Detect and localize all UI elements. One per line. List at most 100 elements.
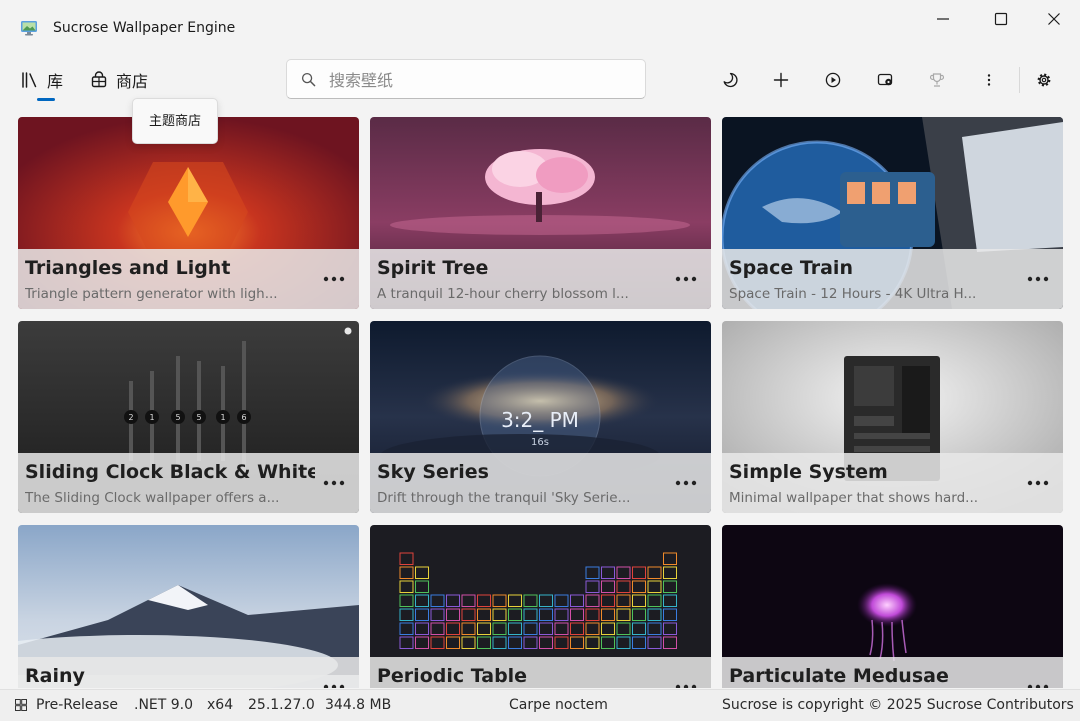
nav-library-label: 库 <box>47 72 64 91</box>
store-icon <box>91 71 107 88</box>
card-title: Simple System <box>729 461 888 483</box>
clock-digit: 2 <box>128 413 133 422</box>
maximize-button[interactable] <box>978 6 1024 32</box>
status-bar: Pre-Release .NET 9.0 x64 25.1.27.0 344.8… <box>0 689 1080 721</box>
card-title: Sky Series <box>377 461 489 483</box>
add-wallpaper-button[interactable] <box>765 64 797 96</box>
card-description: Space Train - 12 Hours - 4K Ultra H... <box>729 286 977 302</box>
card-info: Rainy <box>18 657 359 688</box>
card-title: Periodic Table <box>377 665 528 687</box>
wallpaper-card[interactable]: 2 1 5 5 1 6 Sliding Clock Black & White … <box>18 321 359 513</box>
settings-button[interactable] <box>1028 64 1060 96</box>
clock-digit: 5 <box>196 413 201 422</box>
card-menu-button[interactable] <box>318 469 350 497</box>
wallpaper-card[interactable]: Triangles and Light Triangle pattern gen… <box>18 117 359 309</box>
toolbar-divider <box>1019 67 1020 93</box>
trophy-button[interactable] <box>921 64 953 96</box>
more-vertical-icon <box>987 74 991 86</box>
card-menu-button[interactable] <box>318 673 350 688</box>
card-title: Spirit Tree <box>377 257 489 279</box>
maximize-icon <box>994 12 1008 26</box>
card-menu-button[interactable] <box>1022 673 1054 688</box>
status-copyright: Sucrose is copyright © 2025 Sucrose Cont… <box>722 697 1074 713</box>
card-menu-button[interactable] <box>318 265 350 293</box>
card-title: Sliding Clock Black & White <box>25 461 315 483</box>
card-title: Particulate Medusae <box>729 665 949 687</box>
status-motto: Carpe noctem <box>509 697 608 713</box>
card-info: Simple System Minimal wallpaper that sho… <box>722 453 1063 513</box>
more-horizontal-icon <box>1027 276 1049 282</box>
search-box[interactable] <box>286 59 646 99</box>
card-menu-button[interactable] <box>1022 469 1054 497</box>
status-arch: x64 <box>207 697 234 713</box>
more-options-button[interactable] <box>973 64 1005 96</box>
play-icon <box>825 72 841 88</box>
monitor-icon <box>21 21 37 36</box>
card-title: Triangles and Light <box>25 257 231 279</box>
close-icon <box>1048 13 1060 25</box>
card-info: Sliding Clock Black & White The Sliding … <box>18 453 359 513</box>
wallpaper-card[interactable]: 3:2_ PM 16s Sky Series Drift through the… <box>370 321 711 513</box>
library-icon <box>22 72 37 88</box>
windows-icon <box>15 699 27 711</box>
card-menu-button[interactable] <box>670 265 702 293</box>
play-button[interactable] <box>817 64 849 96</box>
card-title: Rainy <box>25 665 85 687</box>
card-menu-button[interactable] <box>670 673 702 688</box>
app-title: Sucrose Wallpaper Engine <box>53 20 236 36</box>
card-menu-button[interactable] <box>1022 265 1054 293</box>
more-horizontal-icon <box>1027 684 1049 688</box>
card-description: Triangle pattern generator with ligh... <box>25 286 278 302</box>
clock-seconds: 16s <box>531 437 549 448</box>
nav-library[interactable]: 库 <box>21 68 63 92</box>
card-info: Space Train Space Train - 12 Hours - 4K … <box>722 249 1063 309</box>
title-bar: Sucrose Wallpaper Engine <box>0 0 1080 56</box>
nav-store-label: 商店 <box>116 72 149 91</box>
wallpaper-card[interactable]: Simple System Minimal wallpaper that sho… <box>722 321 1063 513</box>
store-tooltip: 主题商店 <box>132 98 218 144</box>
theme-toggle-button[interactable] <box>714 64 746 96</box>
nav-active-indicator <box>37 98 55 101</box>
more-horizontal-icon <box>323 276 345 282</box>
card-description: A tranquil 12-hour cherry blossom l... <box>377 286 629 302</box>
display-settings-icon <box>877 73 893 86</box>
card-description: Minimal wallpaper that shows hard... <box>729 490 979 506</box>
wallpaper-card[interactable]: Particulate Medusae <box>722 525 1063 688</box>
card-info: Sky Series Drift through the tranquil 'S… <box>370 453 711 513</box>
moon-icon <box>723 72 738 88</box>
display-settings-button[interactable] <box>869 64 901 96</box>
card-description: Drift through the tranquil 'Sky Serie... <box>377 490 631 506</box>
clock-digit: 1 <box>149 413 154 422</box>
trophy-icon <box>929 73 945 87</box>
card-info: Spirit Tree A tranquil 12-hour cherry bl… <box>370 249 711 309</box>
nav-store[interactable]: 商店 <box>90 68 148 92</box>
search-icon <box>301 72 316 87</box>
plus-icon <box>773 72 789 88</box>
minimize-icon <box>937 18 949 20</box>
more-horizontal-icon <box>675 276 697 282</box>
more-horizontal-icon <box>675 684 697 688</box>
card-info: Particulate Medusae <box>722 657 1063 688</box>
clock-digit: 6 <box>241 413 246 422</box>
minimize-button[interactable] <box>920 6 966 32</box>
card-menu-button[interactable] <box>670 469 702 497</box>
wallpaper-card[interactable]: Spirit Tree A tranquil 12-hour cherry bl… <box>370 117 711 309</box>
wallpaper-card[interactable]: Periodic Table <box>370 525 711 688</box>
more-horizontal-icon <box>1027 480 1049 486</box>
card-description: The Sliding Clock wallpaper offers a... <box>25 490 280 506</box>
wallpaper-card[interactable]: Space Train Space Train - 12 Hours - 4K … <box>722 117 1063 309</box>
card-title: Space Train <box>729 257 853 279</box>
wallpaper-card[interactable]: Rainy <box>18 525 359 688</box>
close-button[interactable] <box>1031 6 1077 32</box>
more-horizontal-icon <box>323 480 345 486</box>
clock-digit: 5 <box>175 413 180 422</box>
status-framework: .NET 9.0 <box>134 697 194 713</box>
clock-digit: 1 <box>220 413 225 422</box>
card-info: Triangles and Light Triangle pattern gen… <box>18 249 359 309</box>
card-info: Periodic Table <box>370 657 711 688</box>
wallpaper-grid: Triangles and Light Triangle pattern gen… <box>18 117 1064 688</box>
search-input[interactable] <box>327 66 631 94</box>
more-horizontal-icon <box>323 684 345 688</box>
status-version: 25.1.27.0 <box>248 697 315 713</box>
status-memory: 344.8 MB <box>325 697 392 713</box>
